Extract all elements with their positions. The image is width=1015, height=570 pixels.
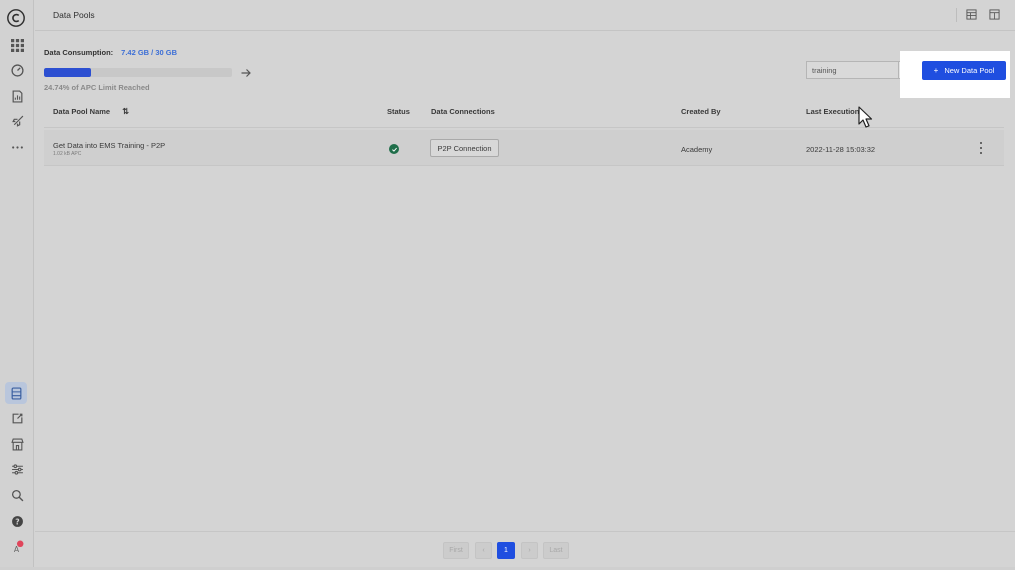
pagination-divider <box>35 531 1015 532</box>
consumption-progress-fill <box>44 68 91 77</box>
rocket-icon[interactable] <box>7 111 27 131</box>
pagination-first[interactable]: First <box>443 542 469 559</box>
more-dots-icon[interactable] <box>7 137 27 157</box>
top-divider <box>956 8 957 22</box>
sidebar: ? A <box>0 0 34 570</box>
created-by: Academy <box>681 145 713 154</box>
apps-grid-icon[interactable] <box>7 35 27 55</box>
consumption-note: 24.74% of APC Limit Reached <box>44 83 150 92</box>
user-icon[interactable]: A <box>7 536 27 556</box>
search-icon[interactable] <box>7 485 27 505</box>
data-consumption: Data Consumption: 7.42 GB / 30 GB <box>44 48 177 57</box>
status-success-icon <box>389 144 399 154</box>
pool-size: 1.02 kB APC <box>53 151 82 157</box>
kebab-menu-icon[interactable] <box>977 142 985 154</box>
data-connection-chip[interactable]: P2P Connection <box>430 139 499 157</box>
document-chart-icon[interactable] <box>7 86 27 106</box>
export-icon[interactable] <box>7 408 27 428</box>
top-bar: Data Pools <box>35 0 1015 31</box>
consumption-progress-bar <box>44 68 232 77</box>
table-view-icon[interactable] <box>964 7 978 21</box>
help-icon[interactable]: ? <box>7 511 27 531</box>
column-header-name[interactable]: Data Pool Name ⇅ <box>53 107 129 116</box>
table-row[interactable]: Get Data into EMS Training - P2P 1.02 kB… <box>44 130 1004 165</box>
sliders-icon[interactable] <box>7 459 27 479</box>
pool-name[interactable]: Get Data into EMS Training - P2P <box>53 141 165 150</box>
column-header-last-execution: Last Execution <box>806 107 860 116</box>
speedometer-icon[interactable] <box>7 60 27 80</box>
pagination-current[interactable]: 1 <box>497 542 515 559</box>
celonis-logo-icon[interactable] <box>5 7 27 29</box>
new-data-pool-button[interactable]: + New Data Pool <box>922 61 1006 80</box>
svg-text:?: ? <box>15 517 19 526</box>
plus-icon: + <box>933 66 939 75</box>
consumption-value: 7.42 GB / 30 GB <box>121 48 178 57</box>
column-header-connections: Data Connections <box>431 107 495 116</box>
consumption-label: Data Consumption: <box>44 48 114 57</box>
row-divider <box>44 165 1004 166</box>
data-pools-icon[interactable] <box>5 382 27 404</box>
page-title: Data Pools <box>53 10 95 20</box>
layout-icon[interactable] <box>987 7 1001 21</box>
new-data-pool-label: New Data Pool <box>944 66 995 75</box>
column-header-status: Status <box>387 107 410 116</box>
pagination-next[interactable]: › <box>521 542 538 559</box>
search-input[interactable] <box>806 61 900 79</box>
mouse-cursor-icon <box>858 106 873 128</box>
column-header-created-by: Created By <box>681 107 721 116</box>
arrow-right-icon[interactable] <box>240 66 252 78</box>
sort-icon[interactable]: ⇅ <box>122 107 129 116</box>
store-icon[interactable] <box>7 434 27 454</box>
last-execution: 2022-11-28 15:03:32 <box>806 145 876 154</box>
pagination-last[interactable]: Last <box>543 542 569 559</box>
pagination-prev[interactable]: ‹ <box>475 542 492 559</box>
